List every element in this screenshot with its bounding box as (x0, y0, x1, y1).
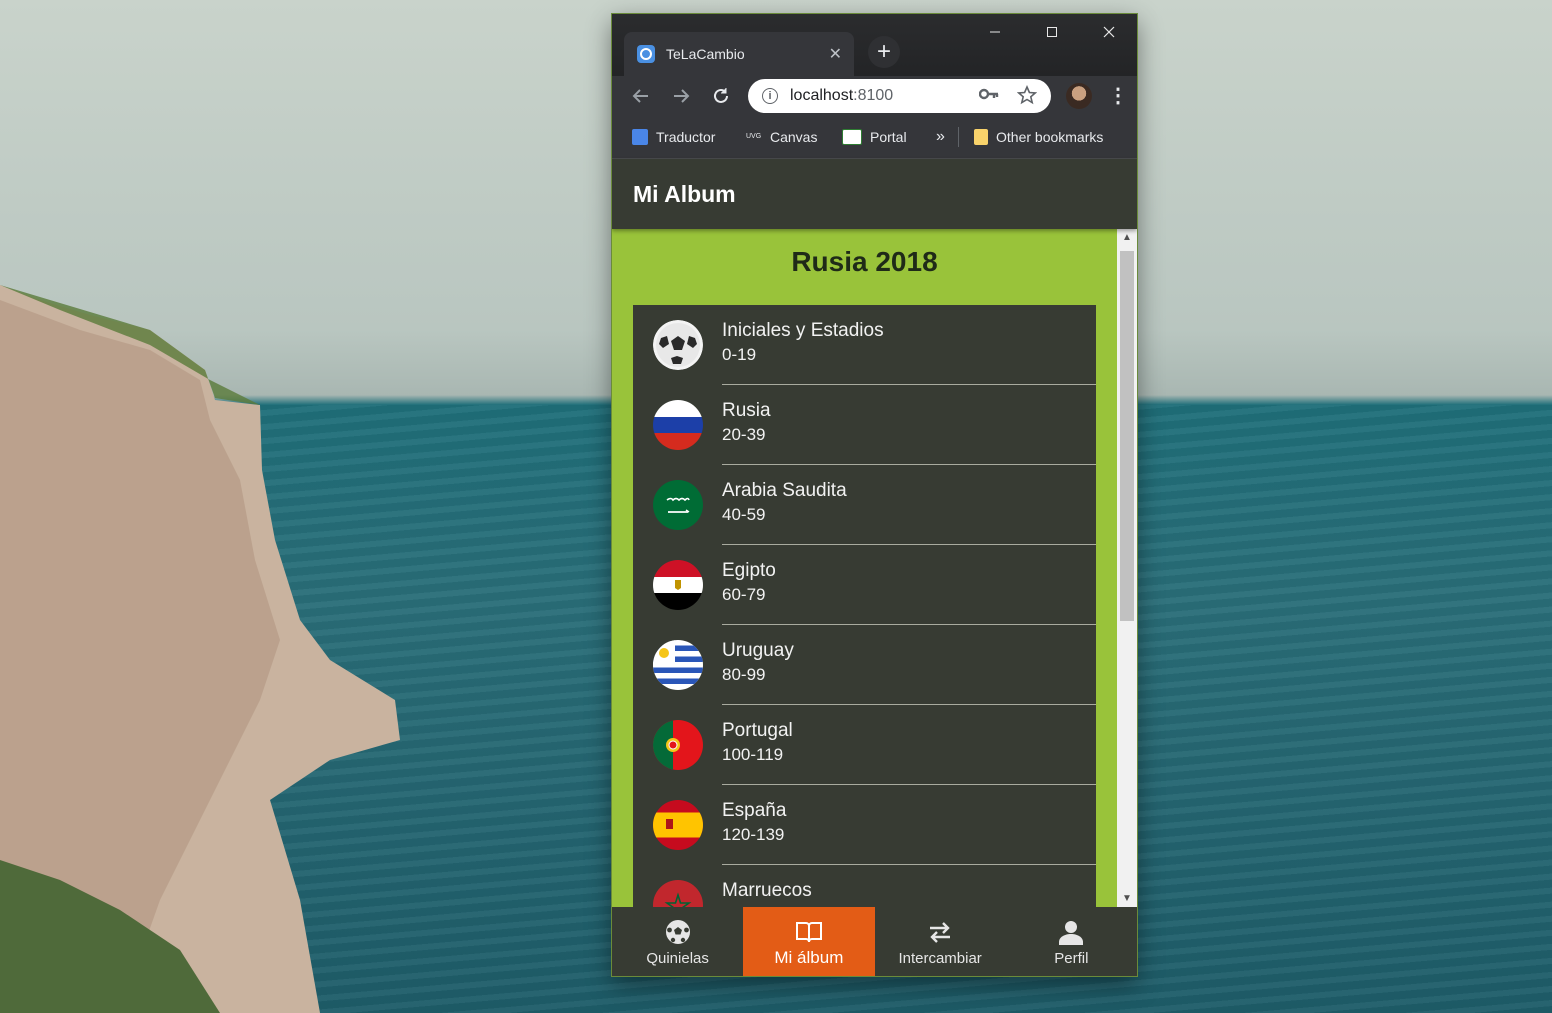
bookmarks-overflow-button[interactable]: » (936, 116, 945, 158)
page-title: Mi Album (633, 181, 736, 207)
list-item[interactable]: Marruecos (633, 865, 1096, 907)
team-name: Marruecos (722, 880, 812, 901)
album-section-title: Rusia 2018 (791, 246, 938, 277)
team-name: Portugal (722, 720, 793, 741)
title-bar: TeLaCambio ✕ + (612, 14, 1137, 76)
back-arrow-icon (632, 89, 648, 103)
app-favicon-icon (637, 45, 655, 63)
team-name: Uruguay (722, 640, 794, 661)
bookmarks-bar: Traductor UVG Canvas Portal » Other book… (612, 116, 1137, 159)
uvg-logo-icon (842, 129, 862, 145)
other-bookmarks-label: Other bookmarks (996, 129, 1104, 145)
close-window-button[interactable] (1080, 14, 1137, 50)
sticker-range: 120-139 (722, 825, 785, 844)
book-icon (795, 918, 823, 946)
maximize-icon (1046, 27, 1057, 37)
bookmark-label: Canvas (770, 129, 818, 145)
maximize-button[interactable] (1023, 14, 1080, 50)
sticker-range: 20-39 (722, 425, 766, 444)
list-item[interactable]: Arabia Saudita 40-59 (633, 465, 1096, 545)
scrollbar[interactable]: ▲ ▼ (1117, 229, 1137, 907)
back-button[interactable] (629, 84, 653, 108)
list-item[interactable]: Rusia 20-39 (633, 385, 1096, 465)
sticker-range: 0-19 (722, 345, 757, 364)
egypt-flag-icon (653, 560, 703, 610)
team-name: Iniciales y Estadios (722, 320, 884, 341)
tab-quinielas[interactable]: Quinielas (612, 907, 743, 976)
forward-arrow-icon (674, 89, 690, 103)
bookmark-canvas[interactable]: UVG Canvas (746, 116, 817, 158)
scroll-thumb[interactable] (1120, 251, 1134, 621)
info-icon[interactable]: i (762, 88, 778, 104)
swap-arrows-icon (926, 918, 954, 946)
uruguay-flag-icon (653, 640, 703, 690)
forward-button[interactable] (669, 84, 693, 108)
tab-title: TeLaCambio (666, 46, 745, 62)
tab-label: Perfil (1054, 950, 1089, 967)
team-list: Iniciales y Estadios 0-19 Rusia 20-39 Ar… (633, 305, 1096, 907)
new-tab-button[interactable]: + (868, 36, 900, 68)
bookmark-label: Portal (870, 129, 907, 145)
url-port: :8100 (853, 87, 894, 104)
soccer-ball-icon (653, 320, 703, 370)
team-name: Egipto (722, 560, 776, 581)
other-bookmarks[interactable]: Other bookmarks (974, 116, 1103, 158)
browser-window: TeLaCambio ✕ + i localhost:8100 ⋮ Tradu… (612, 14, 1137, 976)
bottom-tab-bar: Quinielas Mi álbum Intercambiar Perfil (612, 907, 1137, 976)
scroll-down-icon[interactable]: ▼ (1117, 890, 1137, 907)
team-name: Rusia (722, 400, 771, 421)
address-bar[interactable]: i localhost:8100 (748, 79, 1051, 113)
bookmark-divider (958, 127, 959, 147)
morocco-flag-icon (653, 880, 703, 907)
album-content[interactable]: Rusia 2018 Iniciales y Estadios 0-19 Rus… (612, 229, 1117, 907)
russia-flag-icon (653, 400, 703, 450)
list-item[interactable]: Iniciales y Estadios 0-19 (633, 305, 1096, 385)
close-tab-icon[interactable]: ✕ (829, 44, 842, 64)
app-view: Mi Album Rusia 2018 Iniciales y Estadios… (612, 159, 1137, 976)
tab-label: Intercambiar (898, 950, 982, 967)
browser-toolbar: i localhost:8100 ⋮ (612, 76, 1137, 116)
sticker-range: 100-119 (722, 745, 784, 764)
team-name: Arabia Saudita (722, 480, 847, 501)
wallpaper-cliff (0, 285, 400, 1013)
close-icon (1103, 26, 1114, 38)
saudi-arabia-flag-icon (653, 480, 703, 530)
tab-label: Mi álbum (774, 948, 844, 967)
minimize-icon (989, 31, 1000, 33)
list-item[interactable]: España 120-139 (633, 785, 1096, 865)
tab-intercambiar[interactable]: Intercambiar (875, 907, 1006, 976)
list-item[interactable]: Portugal 100-119 (633, 705, 1096, 785)
bookmark-label: Traductor (656, 129, 716, 145)
team-name: España (722, 800, 787, 821)
soccer-ball-icon (665, 918, 691, 946)
scroll-up-icon[interactable]: ▲ (1117, 229, 1137, 246)
list-item[interactable]: Egipto 60-79 (633, 545, 1096, 625)
reload-icon (714, 88, 728, 103)
sticker-range: 80-99 (722, 665, 766, 684)
profile-avatar[interactable] (1066, 83, 1092, 109)
tab-mi-album[interactable]: Mi álbum (743, 907, 875, 976)
folder-icon (974, 129, 988, 145)
bookmark-traductor[interactable]: Traductor (632, 116, 715, 158)
browser-menu-icon[interactable]: ⋮ (1108, 82, 1128, 110)
spain-flag-icon (653, 800, 703, 850)
list-item[interactable]: Uruguay 80-99 (633, 625, 1096, 705)
minimize-button[interactable] (966, 14, 1023, 50)
key-icon[interactable] (978, 87, 999, 106)
person-icon (1058, 918, 1084, 946)
google-translate-icon (632, 129, 648, 145)
sticker-range: 60-79 (722, 585, 766, 604)
sticker-range: 40-59 (722, 505, 766, 524)
uvg-icon: UVG (746, 133, 762, 140)
bookmark-star-icon[interactable] (1016, 84, 1038, 111)
portugal-flag-icon (653, 720, 703, 770)
browser-tab[interactable]: TeLaCambio ✕ (624, 32, 854, 76)
tab-perfil[interactable]: Perfil (1006, 907, 1137, 976)
reload-button[interactable] (709, 84, 733, 108)
bookmark-portal[interactable]: Portal (842, 116, 907, 158)
tab-label: Quinielas (646, 950, 709, 967)
url-host: localhost (790, 87, 854, 104)
app-header: Mi Album (612, 159, 1137, 229)
